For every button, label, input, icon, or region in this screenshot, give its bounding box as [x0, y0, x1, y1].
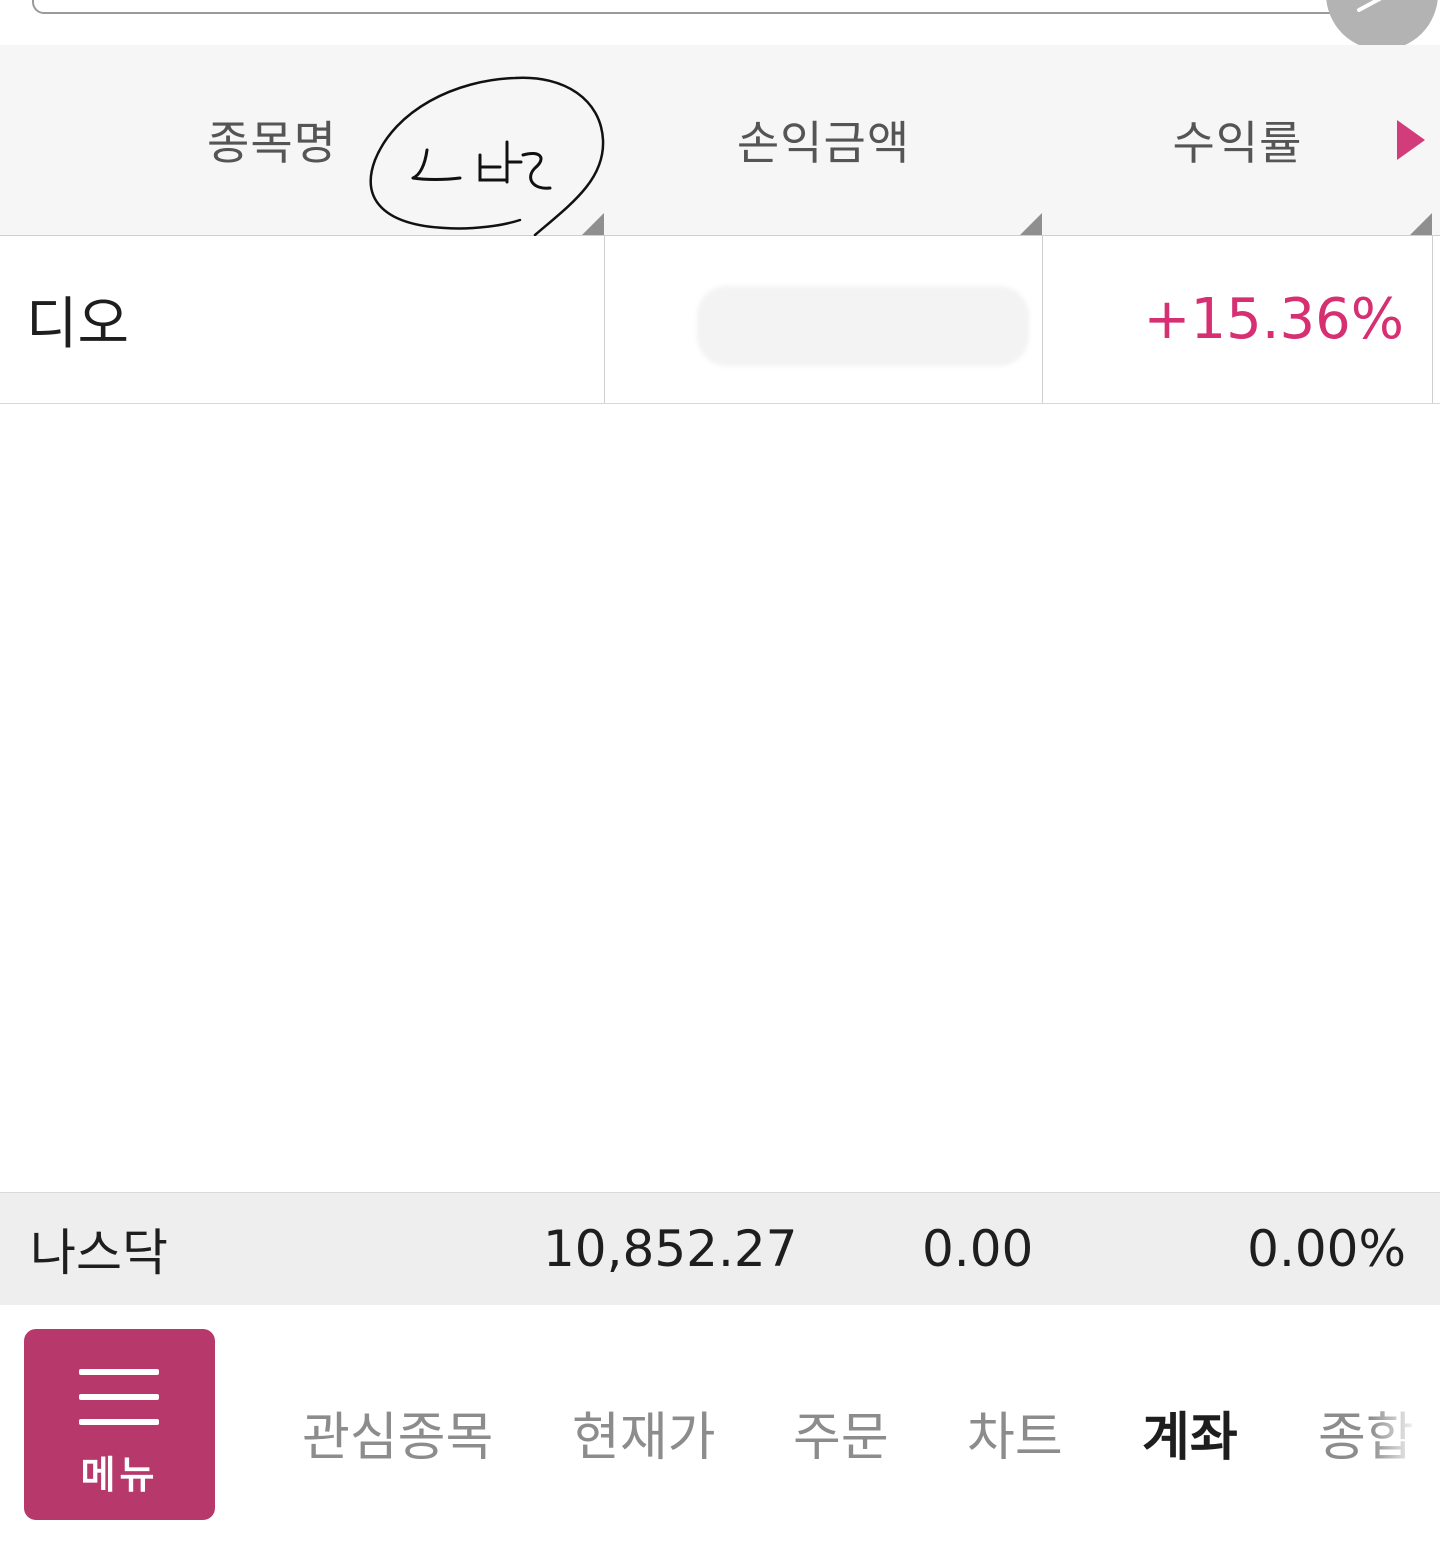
- sort-indicator-icon: [1410, 213, 1432, 235]
- index-ticker-bar[interactable]: 나스닥 10,852.27 0.00 0.00%: [0, 1192, 1440, 1306]
- index-name: 나스닥: [30, 1224, 168, 1282]
- next-columns-icon[interactable]: [1397, 120, 1425, 160]
- stock-name: 디오: [26, 292, 130, 357]
- return-rate: +15.36%: [1143, 287, 1404, 352]
- index-change: 0.00: [922, 1220, 1034, 1278]
- filter-box[interactable]: [32, 0, 1412, 14]
- top-filter-bar: [0, 0, 1440, 50]
- index-change-rate: 0.00%: [1247, 1220, 1406, 1278]
- header-return-rate-label: 수익률: [1172, 116, 1303, 170]
- edit-button[interactable]: [1326, 0, 1438, 50]
- bottom-navigation: 메뉴 관심종목 현재가 주문 차트 계좌 종합: [0, 1305, 1440, 1544]
- index-value: 10,852.27: [543, 1220, 798, 1278]
- header-return-rate[interactable]: 수익률: [1043, 45, 1432, 235]
- header-stock-name[interactable]: 종목명: [0, 45, 604, 235]
- sort-indicator-icon: [582, 213, 604, 235]
- nav-order[interactable]: 주문: [793, 1395, 889, 1470]
- nav-account[interactable]: 계좌: [1142, 1395, 1238, 1470]
- table-row[interactable]: 디오 +15.36%: [0, 236, 1440, 404]
- column-divider: [1042, 236, 1043, 403]
- nav-watchlist[interactable]: 관심종목: [302, 1395, 493, 1470]
- column-divider: [1432, 236, 1433, 403]
- column-divider: [604, 236, 605, 403]
- menu-button[interactable]: 메뉴: [24, 1329, 215, 1520]
- profit-amount-redacted: [697, 286, 1029, 366]
- header-profit-amount[interactable]: 손익금액: [605, 45, 1042, 235]
- hamburger-icon: [79, 1419, 159, 1425]
- nav-fade-overlay: [1370, 1365, 1440, 1475]
- hamburger-icon: [79, 1394, 159, 1400]
- holdings-table-header: 종목명 손익금액 수익률: [0, 45, 1440, 236]
- nav-chart[interactable]: 차트: [967, 1395, 1063, 1470]
- nav-current-price[interactable]: 현재가: [572, 1395, 716, 1470]
- sort-indicator-icon: [1020, 213, 1042, 235]
- menu-label: 메뉴: [80, 1453, 159, 1497]
- header-stock-name-label: 종목명: [207, 116, 337, 170]
- edit-icon: [1357, 0, 1382, 12]
- hamburger-icon: [79, 1369, 159, 1375]
- header-profit-amount-label: 손익금액: [736, 116, 911, 170]
